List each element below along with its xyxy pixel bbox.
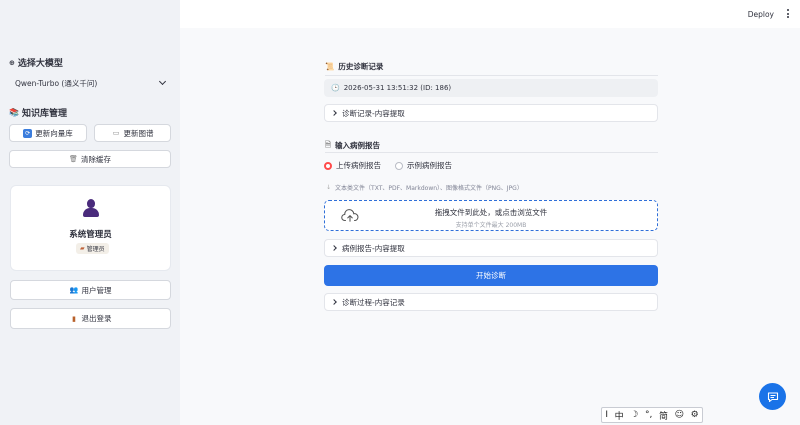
report-source-radio: 上传病例报告 示例病例报告: [324, 160, 452, 171]
radio-upload-report[interactable]: 上传病例报告: [324, 160, 381, 171]
chevron-right-icon: [331, 299, 337, 305]
diagnosis-process-expander[interactable]: 诊断过程-内容记录: [324, 293, 658, 311]
dropzone-size-limit: 支持单个文件最大 200MB: [455, 222, 527, 229]
users-icon: 👥: [69, 286, 79, 294]
chat-icon: [767, 391, 778, 402]
chevron-down-icon: [158, 77, 167, 86]
model-select[interactable]: Qwen-Turbo (通义千问): [9, 74, 171, 92]
radio-sample-report[interactable]: 示例病例报告: [395, 160, 452, 171]
profile-name: 系统管理员: [69, 230, 112, 240]
profile-card: 系统管理员 ▰ 管理员: [10, 185, 171, 271]
logout-button[interactable]: ▮ 退出登录: [10, 308, 171, 329]
refresh-icon: ⟳: [23, 128, 33, 138]
scroll-icon: 📜: [325, 62, 335, 71]
radio-selected-icon: [324, 161, 332, 170]
avatar: [82, 199, 100, 217]
diagnosis-record-expander[interactable]: 诊断记录-内容提取: [324, 104, 658, 122]
globe-icon: ⊕: [9, 58, 15, 67]
ime-toolbar: I 中 ☽ °, 简 ☺ ⚙: [601, 407, 703, 423]
main-menu-icon[interactable]: [785, 8, 791, 20]
door-icon: ▮: [72, 314, 76, 323]
model-select-value: Qwen-Turbo (通义千问): [15, 78, 98, 88]
chat-button[interactable]: [759, 383, 786, 410]
trash-icon: 🗑: [69, 155, 78, 163]
history-select[interactable]: 🕒 2026-05-31 13:51:32 (ID: 186): [324, 79, 658, 97]
input-section-title: 🗎 输入病例报告: [325, 140, 381, 150]
pin-icon: ↓: [326, 184, 332, 191]
update-graph-button[interactable]: ▭ 更新图谱: [94, 124, 171, 142]
clear-cache-button[interactable]: 🗑 清除缓存: [9, 150, 171, 168]
graph-icon: ▭: [112, 129, 120, 137]
file-type-hint: ↓ 文本类文件（TXT、PDF、Markdown）、图像格式文件（PNG、JPG…: [326, 184, 523, 192]
ime-simplified-mode[interactable]: 简: [659, 409, 668, 422]
moon-icon[interactable]: ☽: [630, 410, 638, 420]
radio-unselected-icon: [395, 161, 403, 170]
divider: [325, 152, 658, 153]
clock-icon: 🕒: [331, 84, 340, 92]
kb-section-title: 📚 知识库管理: [9, 108, 67, 119]
update-vector-button[interactable]: ⟳ 更新向量库: [9, 124, 87, 142]
ime-cursor-icon[interactable]: I: [605, 410, 608, 420]
books-icon: 📚: [9, 108, 19, 117]
chevron-right-icon: [331, 110, 337, 116]
user-management-button[interactable]: 👥 用户管理: [10, 280, 171, 300]
model-section-title: ⊕ 选择大模型: [9, 58, 63, 70]
punctuation-icon[interactable]: °,: [645, 410, 652, 420]
history-select-value: 2026-05-31 13:51:32 (ID: 186): [343, 84, 452, 92]
case-report-expander[interactable]: 病例报告-内容提取: [324, 239, 658, 257]
app-header: Deploy: [180, 0, 800, 28]
document-icon: 🗎: [325, 140, 332, 149]
file-dropzone[interactable]: 拖拽文件到此处，或点击浏览文件 支持单个文件最大 200MB: [324, 200, 658, 231]
emoji-icon[interactable]: ☺: [675, 410, 684, 420]
divider: [325, 75, 658, 76]
start-diagnosis-button[interactable]: 开始诊断: [324, 265, 658, 286]
sidebar: ⊕ 选择大模型 Qwen-Turbo (通义千问) 📚 知识库管理 ⟳ 更新向量…: [0, 0, 180, 425]
chevron-right-icon: [331, 245, 337, 251]
ime-chinese-mode[interactable]: 中: [615, 409, 624, 422]
role-icon: ▰: [80, 245, 85, 252]
history-section-title: 📜 历史诊断记录: [325, 62, 384, 71]
deploy-button[interactable]: Deploy: [748, 10, 774, 19]
dropzone-label: 拖拽文件到此处，或点击浏览文件: [434, 208, 548, 217]
gear-icon[interactable]: ⚙: [691, 410, 699, 420]
role-badge: ▰ 管理员: [76, 243, 109, 254]
